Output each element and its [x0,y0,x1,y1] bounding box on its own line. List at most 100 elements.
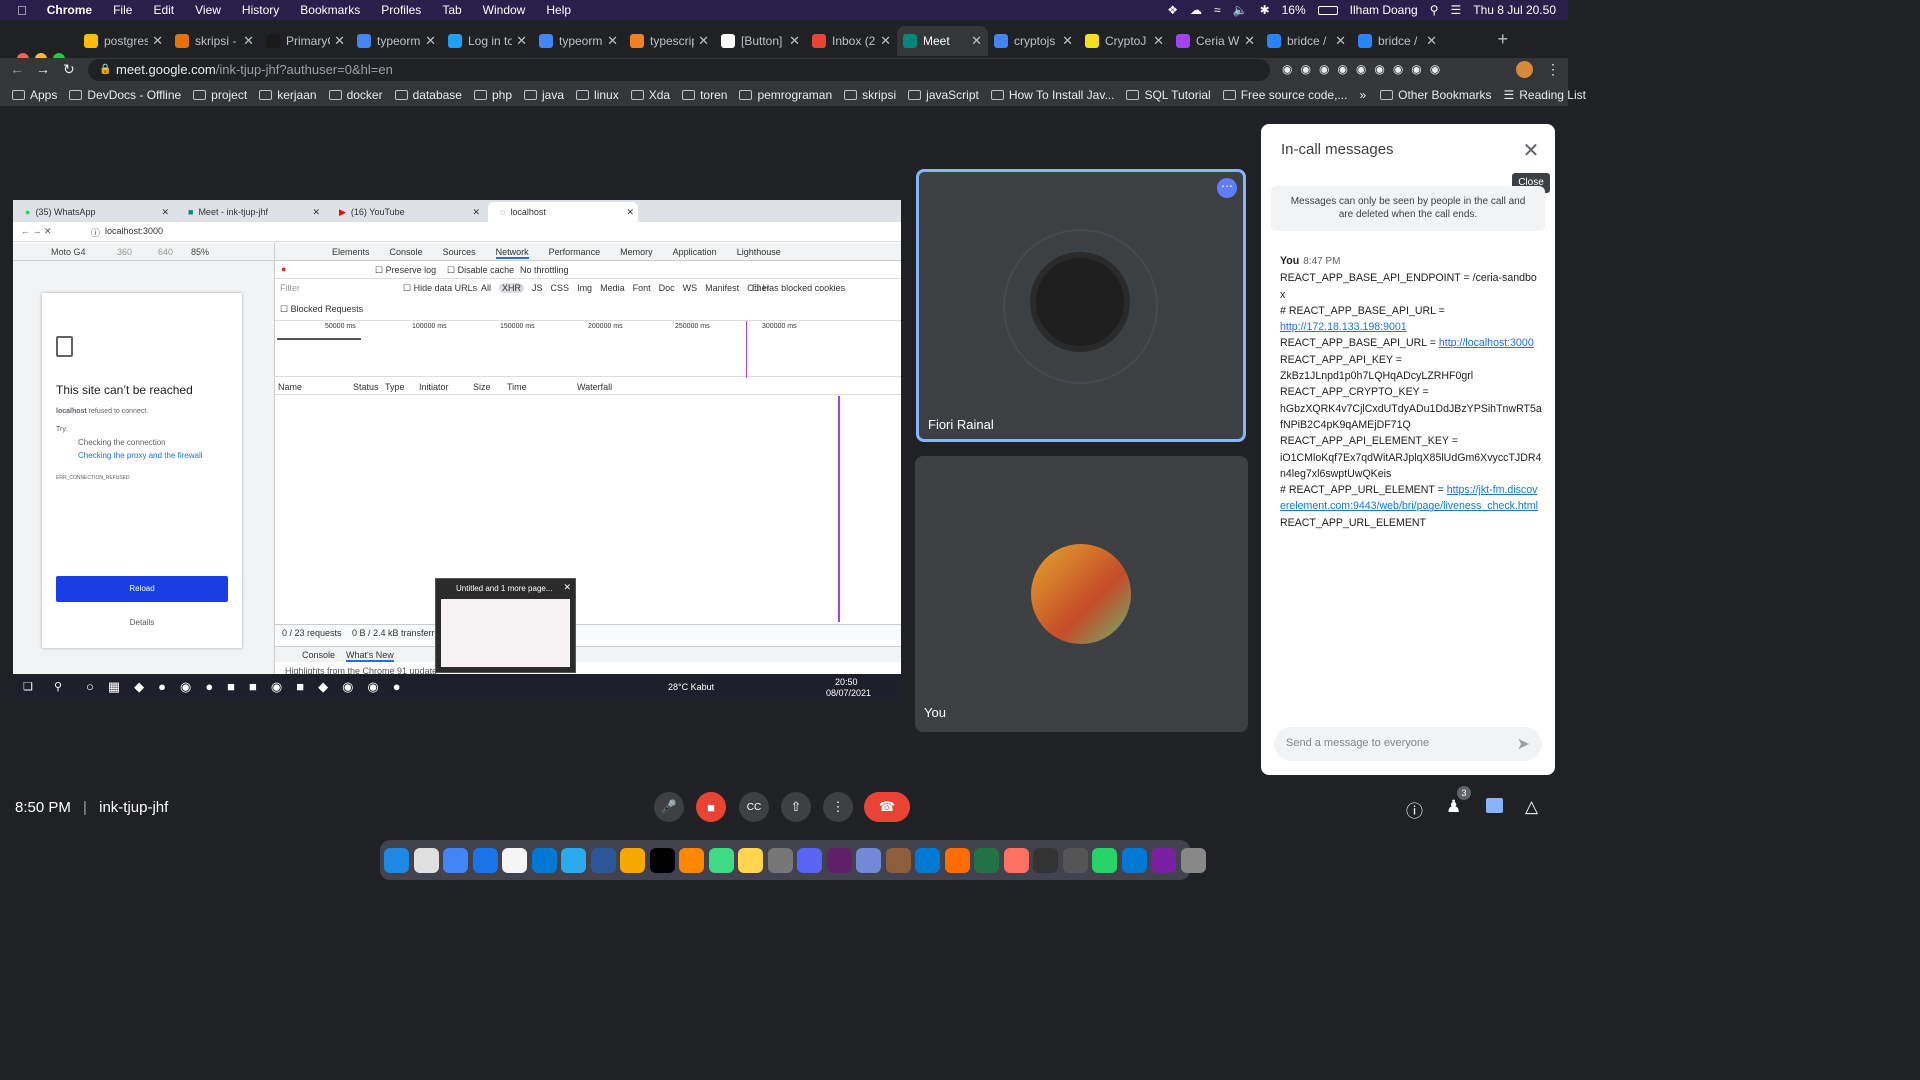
browser-tab[interactable]: typescrip ✕ [624,26,715,56]
leave-call-button[interactable]: ☎ [864,792,910,822]
bookmark-item[interactable]: Xda [630,88,670,102]
cloud-icon[interactable]: ☁ [1190,3,1202,17]
back-icon[interactable]: ← [10,61,24,77]
dock-app-icon[interactable] [826,847,852,873]
camera-off-button[interactable]: ■ [696,792,726,822]
bookmark-item[interactable]: SQL Tutorial [1126,88,1211,102]
menu-window[interactable]: Window [483,3,526,17]
forward-icon[interactable]: → [36,61,50,77]
close-icon[interactable]: ✕ [243,33,254,49]
dropbox-icon[interactable]: ❖ [1167,3,1178,17]
bookmark-item[interactable]: linux [576,88,619,102]
browser-tab[interactable]: bridce / ✕ [1352,26,1443,56]
browser-tab[interactable]: CryptoJ ✕ [1079,26,1170,56]
bookmark-item[interactable]: docker [328,88,383,102]
menu-bookmarks[interactable]: Bookmarks [300,3,360,17]
bookmark-item[interactable]: How To Install Jav... [990,88,1114,102]
bluetooth-icon[interactable]: ✱ [1260,3,1270,17]
activities-icon[interactable]: △ [1525,797,1538,817]
extension-icons[interactable]: ◉◉◉◉◉◉◉◉◉ [1282,62,1448,76]
menu-view[interactable]: View [195,3,221,17]
bookmark-item[interactable]: kerjaan [259,88,317,102]
dock-app-icon[interactable] [679,847,704,873]
apple-icon[interactable]:  [17,3,27,18]
menu-profiles[interactable]: Profiles [381,3,421,17]
browser-tab[interactable]: Inbox (2 ✕ [806,26,897,56]
dock-app-icon[interactable] [590,847,616,873]
browser-tab[interactable]: Log in to ✕ [442,26,533,56]
send-icon[interactable]: ➤ [1517,734,1530,754]
bookmark-reading-list[interactable]: ☰ Reading List [1504,88,1586,102]
bookmark-item[interactable]: toren [682,88,727,102]
browser-tab[interactable]: typeorm ✕ [533,26,624,56]
wifi-icon[interactable]: ≈ [1214,3,1221,17]
browser-tab[interactable]: PrimaryC ✕ [260,26,351,56]
dock-app-icon[interactable] [502,847,527,873]
close-icon[interactable]: ✕ [698,33,709,49]
dock-app-icon[interactable] [384,847,409,873]
dock-app-icon[interactable] [649,847,675,873]
message-link[interactable]: http://localhost:3000 [1439,337,1534,349]
reload-icon[interactable]: ↻ [63,61,75,78]
menu-app-name[interactable]: Chrome [47,3,92,17]
volume-icon[interactable]: 🔈 [1233,3,1248,17]
dock-app-icon[interactable] [531,847,557,873]
dock-app-icon[interactable] [1092,847,1117,873]
message-link[interactable]: http://172.18.133.198:9001 [1280,321,1407,333]
browser-tab[interactable]: typeorm ✕ [351,26,442,56]
dock-app-icon[interactable] [1180,847,1206,873]
bookmark-item[interactable]: pemrograman [739,88,832,102]
new-tab-icon[interactable]: + [1497,29,1508,50]
bookmark-other[interactable]: Other Bookmarks [1380,88,1492,102]
dock-app-icon[interactable] [708,847,734,873]
control-center-icon[interactable]: ☰ [1451,3,1462,17]
menu-edit[interactable]: Edit [153,3,174,17]
dock-app-icon[interactable] [1121,847,1147,873]
captions-button[interactable]: CC [739,792,769,822]
bookmark-item[interactable]: javaScript [908,88,979,102]
bookmark-item[interactable]: Free source code,... [1222,88,1347,102]
battery-percent[interactable]: 16% [1282,3,1306,17]
dock-app-icon[interactable] [767,847,793,873]
dock-app-icon[interactable] [472,847,498,873]
bookmarks-overflow-icon[interactable]: » [1359,88,1366,102]
close-icon[interactable]: ✕ [971,33,982,49]
bookmark-item[interactable]: Apps [12,88,57,102]
dock-app-icon[interactable] [1062,847,1088,873]
dock-app-icon[interactable] [620,847,645,873]
menu-help[interactable]: Help [546,3,571,17]
menu-history[interactable]: History [242,3,279,17]
bookmark-item[interactable]: java [524,88,564,102]
clock[interactable]: Thu 8 Jul 20.50 [1473,3,1556,17]
close-icon[interactable]: ✕ [1062,33,1073,49]
bookmark-item[interactable]: project [193,88,247,102]
tile-more-options-icon[interactable]: ⋯ [1217,178,1237,198]
dock-app-icon[interactable] [974,847,999,873]
close-icon[interactable]: ✕ [516,33,527,49]
menu-tab[interactable]: Tab [442,3,461,17]
dock-app-icon[interactable] [443,847,468,873]
close-icon[interactable]: ✕ [1426,33,1437,49]
dock-app-icon[interactable] [797,847,822,873]
bookmark-item[interactable]: skripsi [844,88,896,102]
dock-app-icon[interactable] [885,847,911,873]
browser-tab[interactable]: Ceria W ✕ [1170,26,1261,56]
dock-app-icon[interactable] [413,847,439,873]
browser-tab[interactable]: cryptojs ✕ [988,26,1079,56]
close-icon[interactable]: ✕ [1153,33,1164,49]
dock-app-icon[interactable] [738,847,763,873]
more-options-button[interactable]: ⋮ [823,792,853,822]
dock-app-icon[interactable] [915,847,940,873]
menu-file[interactable]: File [113,3,132,17]
spotlight-search-icon[interactable]: ⚲ [1430,3,1439,17]
close-icon[interactable]: ✕ [334,33,345,49]
dock-app-icon[interactable] [1003,847,1029,873]
chat-message-input[interactable]: Send a message to everyone ➤ [1274,727,1542,761]
close-icon[interactable]: ✕ [880,33,891,49]
chrome-menu-icon[interactable]: ⋮ [1546,61,1560,78]
microphone-button[interactable]: 🎤 [654,792,684,822]
browser-tab[interactable]: Meet ✕ [897,26,988,56]
browser-tab[interactable]: bridce / ✕ [1261,26,1352,56]
participant-tile-fiori[interactable]: ⋯ Fiori Rainal [916,169,1246,442]
close-icon[interactable]: ✕ [152,33,163,49]
